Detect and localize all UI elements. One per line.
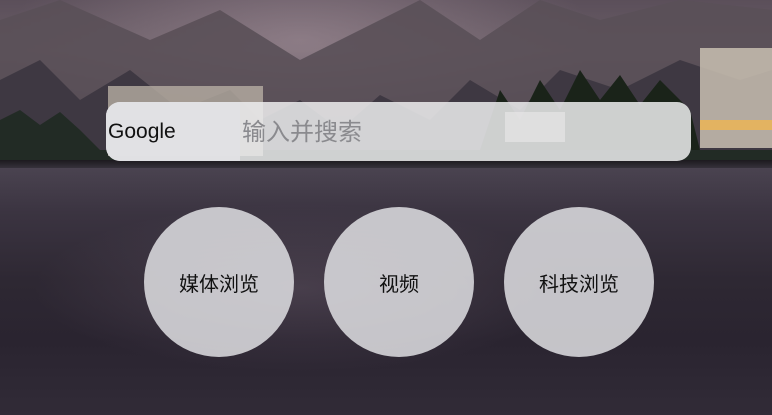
search-engine-label[interactable]: Google	[106, 102, 240, 161]
shortcut-label: 视频	[379, 271, 419, 296]
search-input[interactable]	[240, 102, 691, 161]
shortcut-video[interactable]: 视频	[324, 207, 474, 357]
shortcut-label: 科技浏览	[539, 271, 619, 296]
shortcut-label: 媒体浏览	[179, 271, 259, 296]
shortcut-media-browse[interactable]: 媒体浏览	[144, 207, 294, 357]
search-bar: Google	[106, 102, 691, 161]
page-background: Google 媒体浏览 视频 科技浏览	[0, 0, 772, 415]
shortcut-tech-browse[interactable]: 科技浏览	[504, 207, 654, 357]
